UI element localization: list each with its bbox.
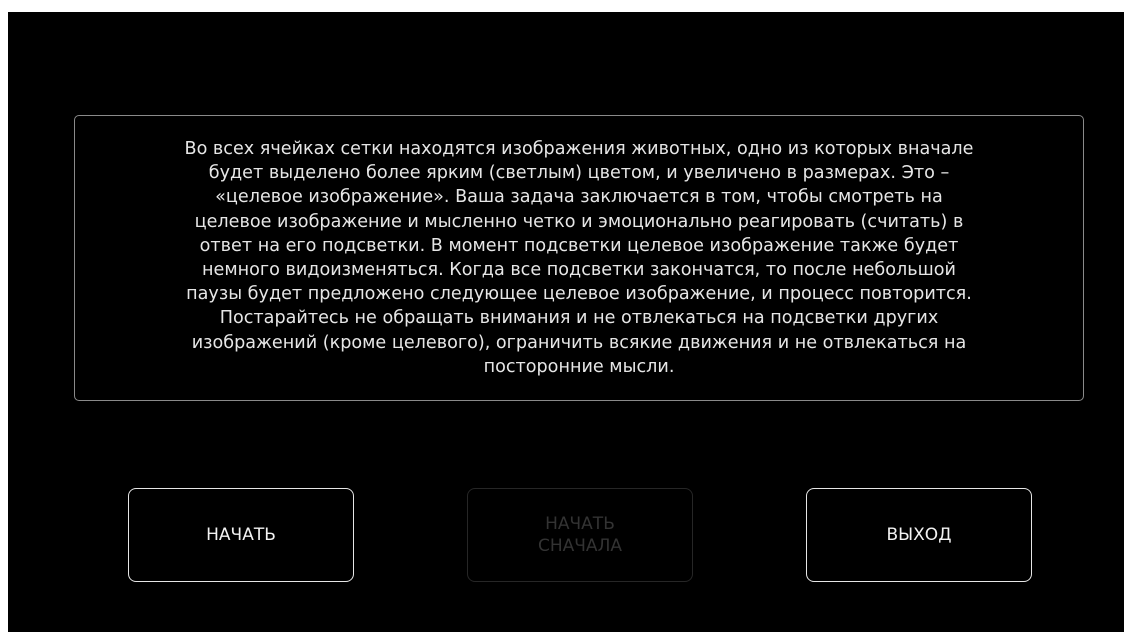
restart-button[interactable]: НАЧАТЬ СНАЧАЛА xyxy=(467,488,693,582)
start-button[interactable]: НАЧАТЬ xyxy=(128,488,354,582)
instructions-panel: Во всех ячейках сетки находятся изображе… xyxy=(74,115,1084,401)
app-screen: Во всех ячейках сетки находятся изображе… xyxy=(8,12,1124,632)
exit-button[interactable]: ВЫХОД xyxy=(806,488,1032,582)
instructions-text: Во всех ячейках сетки находятся изображе… xyxy=(184,138,974,377)
